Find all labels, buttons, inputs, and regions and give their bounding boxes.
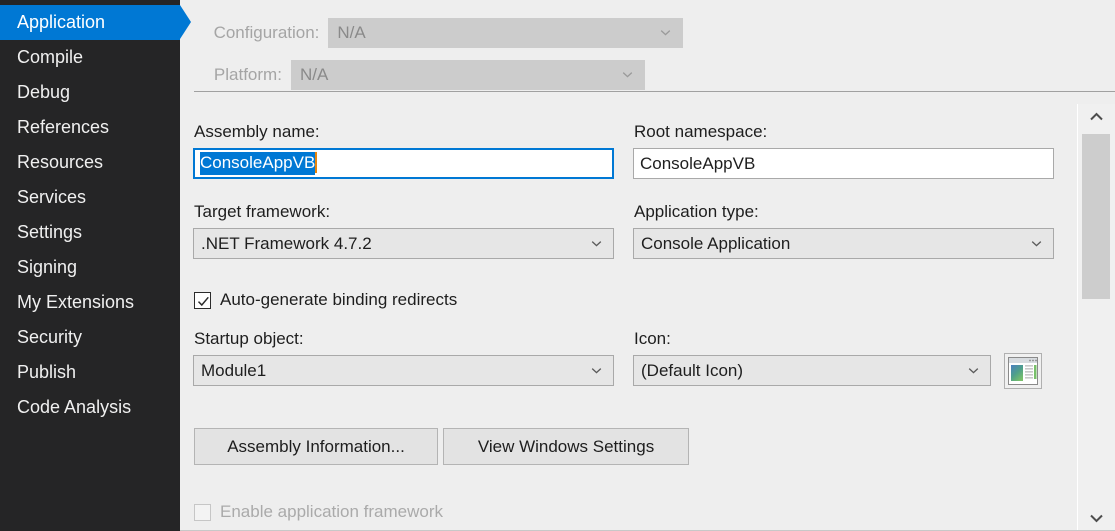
target-framework-value: .NET Framework 4.7.2 — [201, 233, 372, 253]
sidebar-item-label: Resources — [17, 152, 104, 172]
window-thumbnail-icon — [1008, 357, 1038, 385]
sidebar-item-label: Settings — [17, 222, 83, 242]
chevron-down-icon — [591, 238, 602, 249]
application-type-dropdown[interactable]: Console Application — [633, 228, 1054, 259]
binding-redirects-label: Auto-generate binding redirects — [220, 290, 458, 309]
root-namespace-value: ConsoleAppVB — [640, 153, 756, 173]
sidebar-item-code-analysis[interactable]: Code Analysis — [0, 390, 180, 425]
sidebar-item-settings[interactable]: Settings — [0, 215, 180, 250]
sidebar-item-compile[interactable]: Compile — [0, 40, 180, 75]
assembly-information-button[interactable]: Assembly Information... — [194, 428, 438, 465]
platform-label: Platform: — [213, 65, 282, 84]
configuration-value: N/A — [337, 23, 366, 42]
icon-label: Icon: — [634, 329, 671, 348]
sidebar-item-label: Publish — [17, 362, 77, 382]
header-separator — [194, 91, 1115, 92]
view-windows-settings-button[interactable]: View Windows Settings — [443, 428, 689, 465]
chevron-down-icon — [1031, 238, 1042, 249]
sidebar-item-label: My Extensions — [17, 292, 135, 312]
checkmark-icon — [197, 296, 209, 306]
configuration-row: Configuration: N/A — [180, 18, 683, 48]
root-namespace-input[interactable]: ConsoleAppVB — [633, 148, 1054, 179]
sidebar-item-label: Application — [17, 12, 106, 32]
startup-object-label: Startup object: — [194, 329, 304, 348]
binding-redirects-checkbox[interactable] — [194, 291, 211, 309]
sidebar-item-resources[interactable]: Resources — [0, 145, 180, 180]
startup-object-dropdown[interactable]: Module1 — [193, 355, 614, 386]
scroll-up-button[interactable] — [1078, 104, 1115, 130]
project-properties-window: Application Compile Debug References Res… — [0, 0, 1115, 531]
vertical-scrollbar[interactable] — [1077, 104, 1115, 531]
scroll-down-button[interactable] — [1078, 505, 1115, 531]
chevron-down-icon — [622, 69, 633, 80]
sidebar-item-label: Debug — [17, 82, 71, 102]
assembly-information-button-label: Assembly Information... — [227, 436, 405, 456]
view-windows-settings-button-label: View Windows Settings — [477, 436, 655, 456]
icon-value: (Default Icon) — [641, 360, 744, 380]
target-framework-dropdown[interactable]: .NET Framework 4.7.2 — [193, 228, 614, 259]
application-type-label: Application type: — [634, 202, 759, 221]
sidebar-item-label: Compile — [17, 47, 84, 67]
configuration-label: Configuration: — [213, 23, 320, 42]
sidebar-item-application[interactable]: Application — [0, 5, 191, 40]
sidebar-item-label: Security — [17, 327, 83, 347]
assembly-name-value: ConsoleAppVB — [200, 152, 316, 175]
scrollbar-thumb[interactable] — [1082, 134, 1110, 299]
enable-application-framework-label: Enable application framework — [220, 502, 444, 521]
chevron-down-icon — [591, 365, 602, 376]
root-namespace-label: Root namespace: — [634, 122, 768, 141]
application-properties-pane: Configuration: N/A Platform: N/A Assembl — [180, 0, 1115, 531]
sidebar-item-label: Services — [17, 187, 87, 207]
sidebar-item-debug[interactable]: Debug — [0, 75, 180, 110]
sidebar-item-references[interactable]: References — [0, 110, 180, 145]
sidebar-item-signing[interactable]: Signing — [0, 250, 180, 285]
assembly-name-input[interactable]: ConsoleAppVB — [193, 148, 614, 179]
platform-dropdown[interactable]: N/A — [290, 60, 645, 90]
startup-object-value: Module1 — [201, 360, 267, 380]
icon-preview-button[interactable] — [1004, 353, 1042, 389]
configuration-dropdown[interactable]: N/A — [328, 18, 683, 48]
sidebar-item-my-extensions[interactable]: My Extensions — [0, 285, 180, 320]
sidebar: Application Compile Debug References Res… — [0, 0, 191, 531]
icon-dropdown[interactable]: (Default Icon) — [633, 355, 991, 386]
chevron-down-icon — [1090, 514, 1103, 523]
sidebar-item-security[interactable]: Security — [0, 320, 180, 355]
chevron-down-icon — [660, 27, 671, 38]
platform-row: Platform: N/A — [180, 60, 645, 90]
text-caret — [315, 152, 318, 173]
sidebar-item-publish[interactable]: Publish — [0, 355, 180, 390]
sidebar-item-services[interactable]: Services — [0, 180, 180, 215]
chevron-down-icon — [968, 365, 979, 376]
sidebar-item-label: Signing — [17, 257, 78, 277]
target-framework-label: Target framework: — [194, 202, 331, 221]
sidebar-item-label: Code Analysis — [17, 397, 132, 417]
platform-value: N/A — [299, 65, 329, 84]
sidebar-item-label: References — [17, 117, 110, 137]
chevron-up-icon — [1090, 112, 1103, 121]
enable-application-framework-checkbox[interactable] — [194, 503, 211, 521]
application-type-value: Console Application — [641, 233, 791, 253]
assembly-name-label: Assembly name: — [194, 122, 320, 141]
enable-application-framework-checkbox-row[interactable]: Enable application framework — [194, 502, 443, 522]
binding-redirects-checkbox-row[interactable]: Auto-generate binding redirects — [194, 290, 457, 310]
